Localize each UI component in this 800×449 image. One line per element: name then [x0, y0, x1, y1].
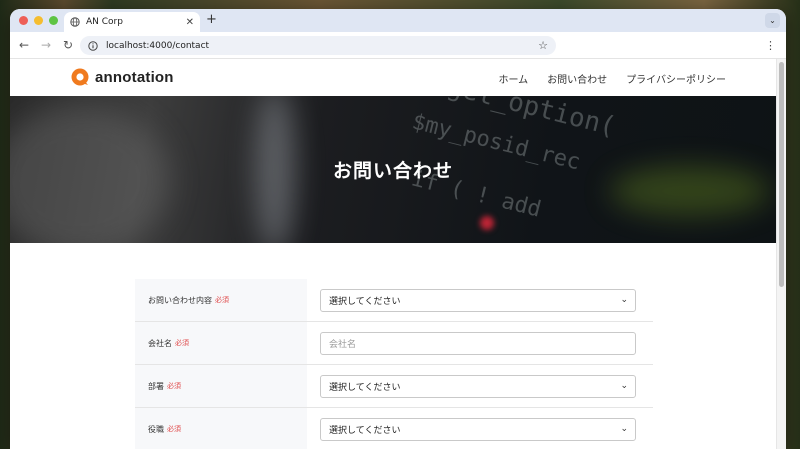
forward-button[interactable]: → [35, 38, 57, 52]
reload-button[interactable]: ↻ [57, 38, 79, 52]
nav-item-contact[interactable]: お問い合わせ [547, 71, 607, 86]
global-nav: ホーム お問い合わせ プライバシーポリシー [498, 71, 726, 86]
required-badge: 必須 [175, 339, 189, 347]
zoom-window-button[interactable] [49, 16, 58, 25]
position-select[interactable]: 選択してください ⌄ [320, 417, 636, 441]
position-select-value: 選択してください [329, 425, 401, 436]
form-row-company: 会社名 必須 会社名 [135, 322, 653, 365]
site-header: annotation ホーム お問い合わせ プライバシーポリシー [10, 59, 786, 96]
contact-form: お問い合わせ内容 必須 選択してください ⌄ 会社名 必須 会社名 部署 必須 … [135, 279, 653, 449]
required-badge: 必須 [167, 425, 181, 433]
required-badge: 必須 [167, 382, 181, 390]
department-select-value: 選択してください [329, 382, 401, 393]
tab-bar: AN Corp ✕ + ⌄ [10, 9, 786, 32]
tab-close-icon[interactable]: ✕ [186, 17, 194, 28]
tab-title: AN Corp [86, 17, 123, 27]
chevron-down-icon: ⌄ [620, 380, 628, 391]
logo-text: annotation [95, 68, 174, 86]
page-viewport: annotation ホーム お問い合わせ プライバシーポリシー (get_op… [10, 59, 786, 449]
scrollbar-thumb[interactable] [779, 62, 784, 287]
hero-red-light [480, 216, 494, 230]
tab-search-button[interactable]: ⌄ [765, 13, 780, 28]
hero-banner: (get_option( $my_posid_rec if ( ! add お問… [10, 96, 776, 243]
company-label: 会社名 [148, 338, 172, 348]
page-scrollbar[interactable] [776, 59, 786, 449]
new-tab-button[interactable]: + [206, 12, 217, 27]
field-label: 役職 必須 [135, 408, 307, 449]
form-row-inquiry: お問い合わせ内容 必須 選択してください ⌄ [135, 279, 653, 322]
page-title: お問い合わせ [332, 160, 453, 182]
field-control: 選択してください ⌄ [307, 279, 653, 321]
chevron-down-icon: ⌄ [620, 294, 628, 305]
back-button[interactable]: ← [13, 38, 35, 52]
nav-item-privacy[interactable]: プライバシーポリシー [626, 71, 726, 86]
department-select[interactable]: 選択してください ⌄ [320, 374, 636, 398]
minimize-window-button[interactable] [34, 16, 43, 25]
field-control: 会社名 [307, 322, 653, 364]
position-label: 役職 [148, 424, 164, 434]
chevron-down-icon: ⌄ [620, 423, 628, 434]
site-logo[interactable]: annotation [71, 68, 174, 86]
inquiry-select-value: 選択してください [329, 296, 401, 307]
form-row-position: 役職 必須 選択してください ⌄ [135, 408, 653, 449]
field-label: お問い合わせ内容 必須 [135, 279, 307, 321]
close-window-button[interactable] [19, 16, 28, 25]
browser-toolbar: ← → ↻ localhost:4000/contact ☆ ⋮ [10, 32, 786, 59]
bookmark-star-icon[interactable]: ☆ [538, 39, 548, 52]
field-control: 選択してください ⌄ [307, 365, 653, 407]
company-input-placeholder: 会社名 [329, 339, 357, 350]
address-bar[interactable]: localhost:4000/contact ☆ [80, 36, 556, 55]
form-row-department: 部署 必須 選択してください ⌄ [135, 365, 653, 408]
required-badge: 必須 [215, 296, 229, 304]
nav-item-home[interactable]: ホーム [498, 71, 528, 86]
browser-menu-icon[interactable]: ⋮ [765, 39, 776, 52]
company-input[interactable]: 会社名 [320, 331, 636, 355]
globe-icon [70, 17, 80, 27]
site-info-icon[interactable] [88, 40, 98, 51]
field-label: 会社名 必須 [135, 322, 307, 364]
url-text[interactable]: localhost:4000/contact [106, 41, 538, 51]
window-controls [19, 16, 58, 25]
browser-tab[interactable]: AN Corp ✕ [64, 12, 200, 32]
field-control: 選択してください ⌄ [307, 408, 653, 449]
field-label: 部署 必須 [135, 365, 307, 407]
department-label: 部署 [148, 381, 164, 391]
logo-mark-icon [71, 68, 89, 86]
inquiry-label: お問い合わせ内容 [148, 295, 212, 305]
browser-window: AN Corp ✕ + ⌄ ← → ↻ localhost:4000/conta… [10, 9, 786, 449]
inquiry-select[interactable]: 選択してください ⌄ [320, 288, 636, 312]
